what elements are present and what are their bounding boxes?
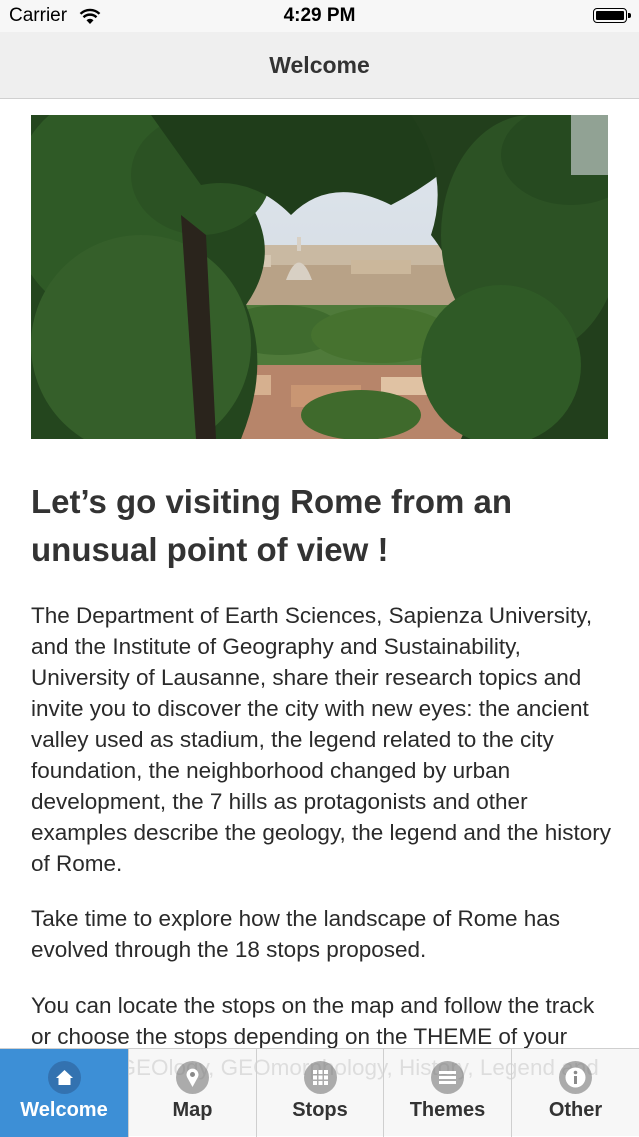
battery-icon	[593, 8, 631, 23]
tab-label: Other	[548, 1099, 603, 1121]
tab-other[interactable]: Other	[512, 1049, 639, 1137]
status-bar: Carrier 4:29 PM	[0, 0, 639, 32]
headline: Let’s go visiting Rome from an unusual p…	[31, 483, 512, 568]
map-pin-icon	[176, 1061, 209, 1094]
tab-label: Themes	[409, 1099, 486, 1121]
tab-stops[interactable]: Stops	[257, 1049, 384, 1137]
stops-paragraph: Take time to explore how the landscape o…	[31, 906, 561, 962]
tab-map[interactable]: Map	[129, 1049, 257, 1137]
tab-welcome[interactable]: Welcome	[0, 1049, 129, 1137]
tab-bar: Welcome Map Stops Themes Other	[0, 1048, 639, 1137]
rome-view-illustration	[31, 115, 608, 439]
article: Let’s go visiting Rome from an unusual p…	[31, 478, 611, 1114]
home-icon	[47, 1061, 81, 1094]
list-icon	[431, 1061, 464, 1094]
status-time: 4:29 PM	[283, 5, 356, 26]
tab-label: Stops	[292, 1099, 348, 1121]
page-title: Welcome	[269, 52, 370, 78]
tab-label: Welcome	[20, 1099, 108, 1121]
grid-icon	[303, 1061, 337, 1094]
info-icon	[559, 1061, 592, 1094]
navigation-bar: Welcome	[0, 32, 639, 99]
hero-image	[31, 115, 608, 439]
tab-themes[interactable]: Themes	[384, 1049, 512, 1137]
intro-paragraph: The Department of Earth Sciences, Sapien…	[31, 603, 611, 876]
tab-label: Map	[172, 1099, 213, 1121]
